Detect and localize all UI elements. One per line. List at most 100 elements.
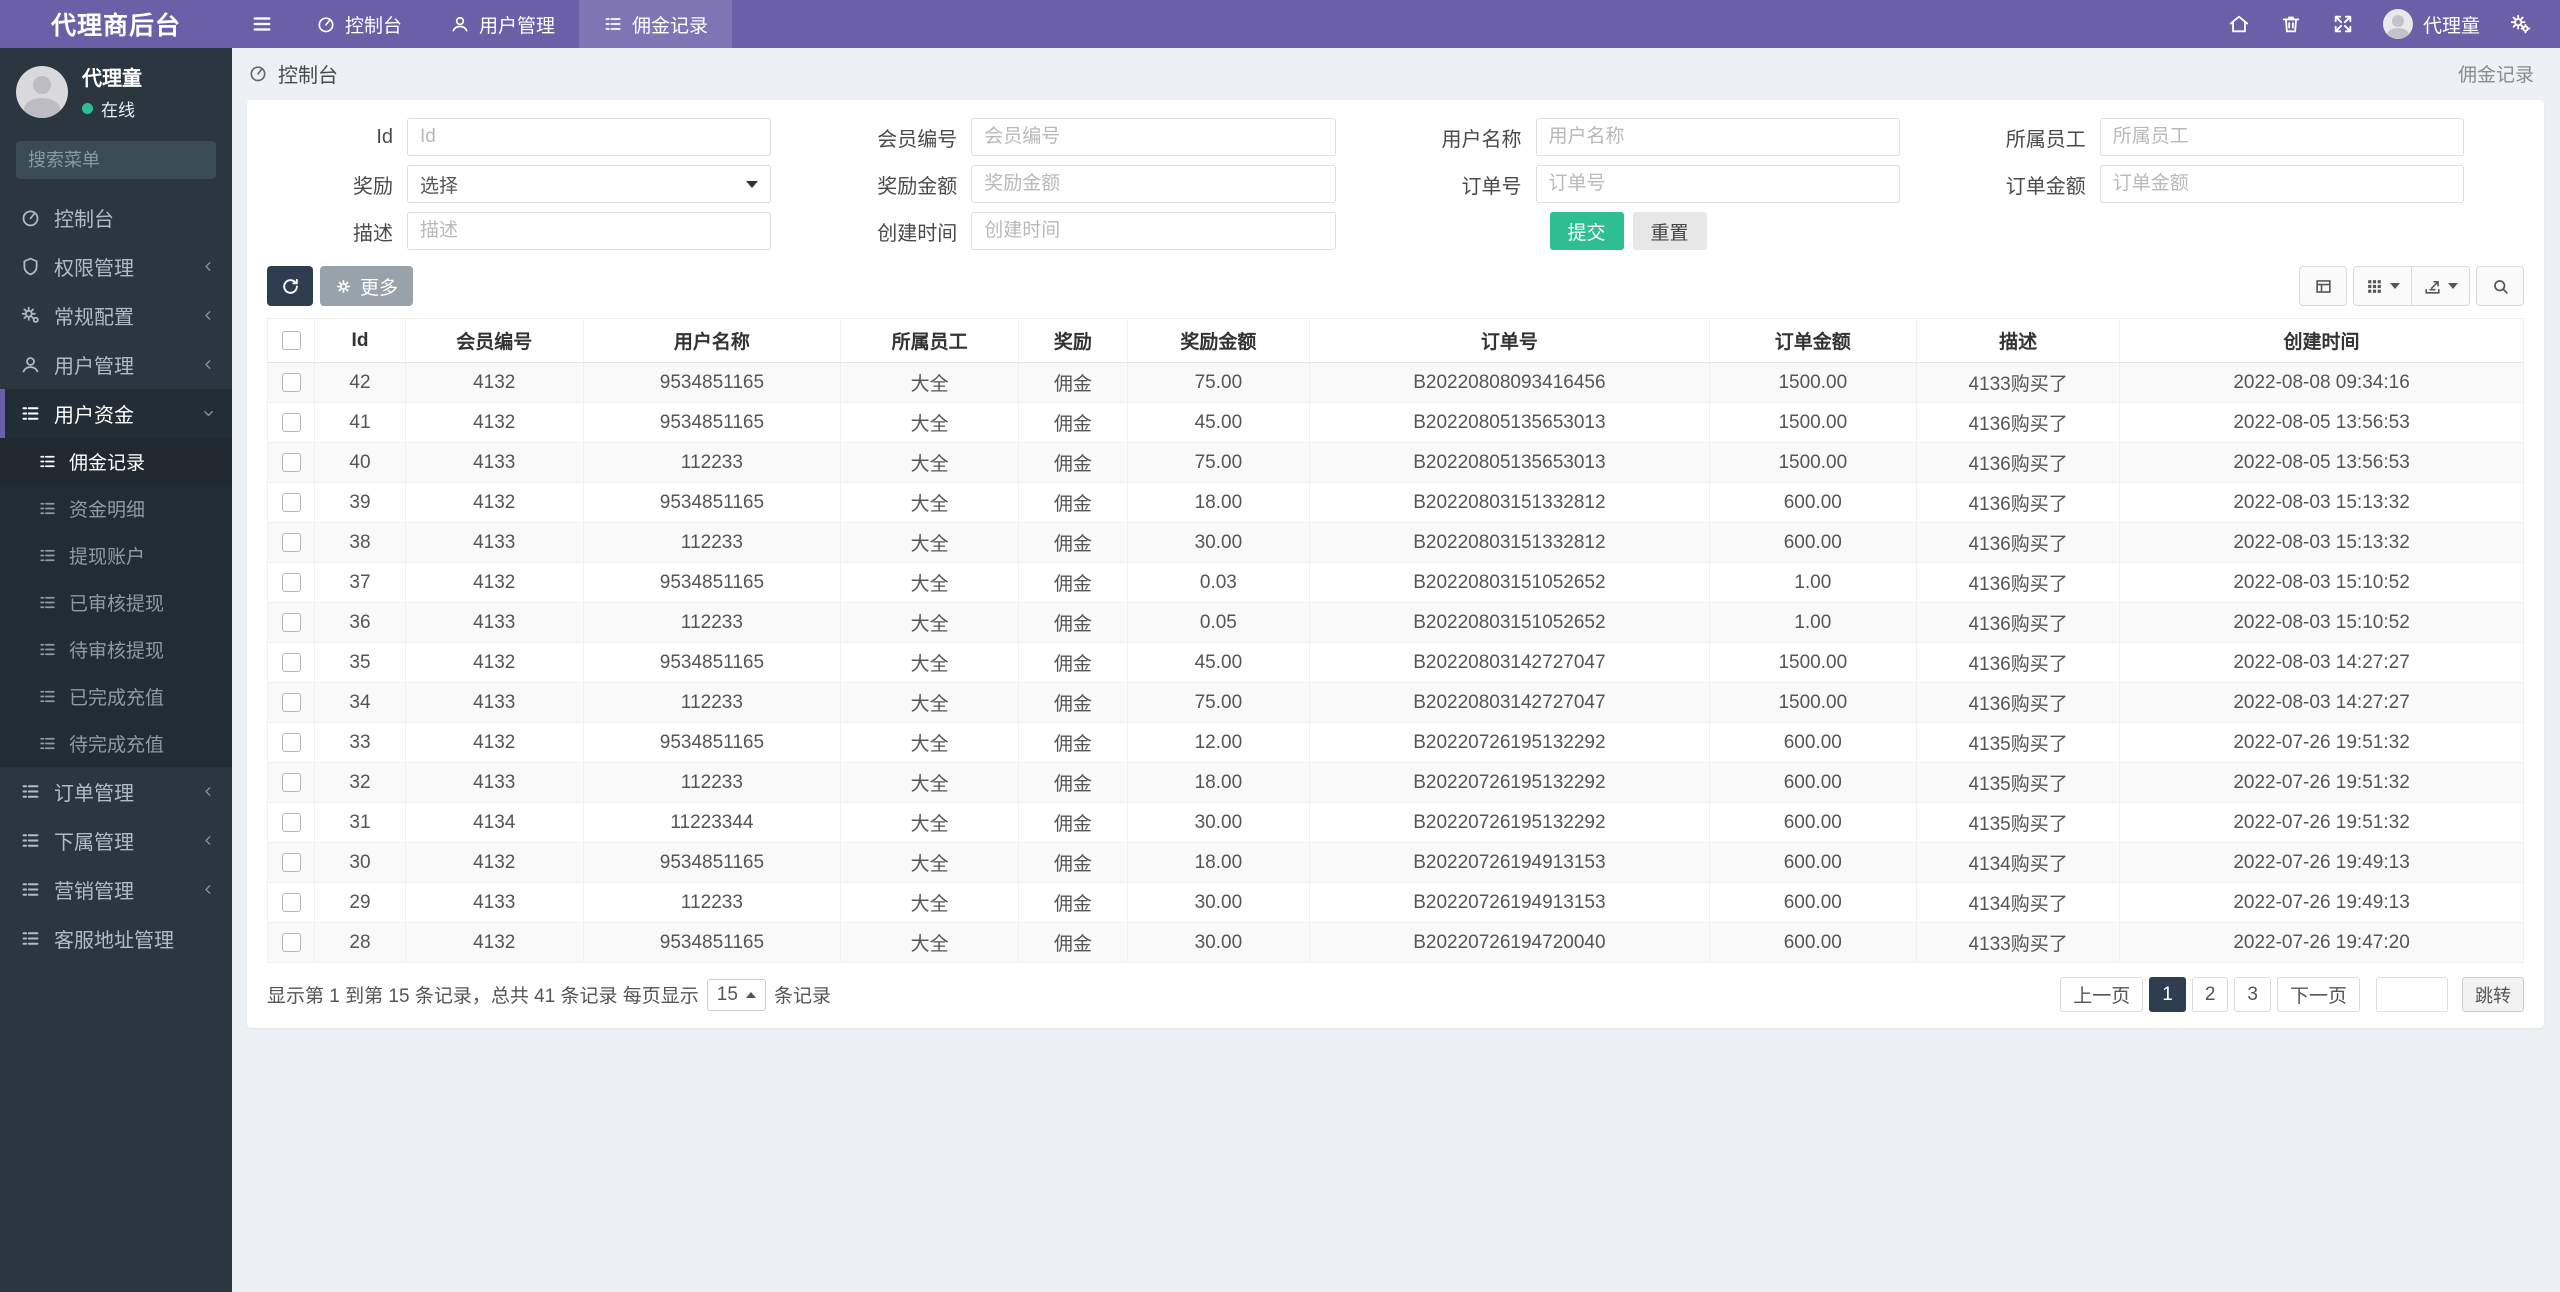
page-button-1[interactable]: 1 [2149,977,2186,1012]
sidebar-item-general-config[interactable]: 常规配置 [0,291,232,340]
sidebar-item-service-address[interactable]: 客服地址管理 [0,914,232,963]
table-cell: 佣金 [1018,642,1128,683]
table-cell: 600.00 [1708,482,1918,523]
sidebar-subitem-fund-details[interactable]: 资金明细 [0,485,232,532]
sidebar-item-permissions[interactable]: 权限管理 [0,242,232,291]
prev-page-button[interactable]: 上一页 [2060,977,2144,1012]
chevron-left-icon [201,784,216,799]
table-row: 39 4132 9534851165 大全 佣金 18.00 B20220803151332… [266,482,2524,523]
fullscreen-button[interactable] [2321,13,2365,35]
sidebar-item-order-management[interactable]: 订单管理 [0,767,232,816]
staff-input[interactable] [2099,118,2464,156]
row-checkbox[interactable] [281,772,301,792]
nav-tab-label: 控制台 [345,15,403,37]
sidebar-subitem-withdraw-accounts[interactable]: 提现账户 [0,532,232,579]
sidebar-item-user-funds[interactable]: 用户资金 [0,389,232,438]
user-name-input[interactable] [1535,118,1900,156]
description-input[interactable] [407,212,772,250]
row-checkbox[interactable] [281,852,301,872]
table-cell: 30.00 [1126,922,1311,963]
table-cell: 75.00 [1126,682,1311,723]
created-at-input[interactable] [971,212,1336,250]
table-cell: 大全 [839,442,1020,483]
table-header-row: Id 会员编号 用户名称 所属员工 奖励 奖励金额 订单号 订单金额 描述 创建时间 [266,318,2524,363]
search-toggle-button[interactable] [2476,266,2524,306]
row-checkbox[interactable] [281,452,301,472]
sidebar-subitem-commission-records[interactable]: 佣金记录 [0,438,232,485]
order-amount-input[interactable] [2099,165,2464,203]
table-cell: 大全 [839,482,1020,523]
sidebar-item-subordinate-management[interactable]: 下属管理 [0,816,232,865]
more-button[interactable]: 更多 [320,266,414,306]
table-row: 37 4132 9534851165 大全 佣金 0.03 B202208031510526… [266,562,2524,603]
page-button-3[interactable]: 3 [2234,977,2271,1012]
reward-select[interactable]: 选择 [407,165,772,203]
columns-button[interactable] [2353,266,2412,306]
nav-tab-dashboard[interactable]: 控制台 [292,0,426,48]
row-checkbox[interactable] [281,892,301,912]
sidebar-subitem-pending-withdrawals[interactable]: 待审核提现 [0,626,232,673]
jump-button[interactable]: 跳转 [2462,977,2524,1012]
home-button[interactable] [2217,13,2261,35]
search-icon [2491,277,2510,296]
sidebar-item-dashboard[interactable]: 控制台 [0,193,232,242]
refresh-button[interactable] [267,266,313,306]
sidebar-subitem-label: 待完成充值 [69,735,165,756]
row-select-cell [266,722,316,763]
table-cell: 2022-08-03 15:13:32 [2119,522,2524,563]
brand-title[interactable]: 代理商后台 [0,0,232,48]
row-select-cell [266,642,316,683]
nav-tab-commission[interactable]: 佣金记录 [579,0,733,48]
reward-amount-input[interactable] [971,165,1336,203]
row-checkbox[interactable] [281,612,301,632]
table-cell: 2022-08-03 15:10:52 [2119,562,2524,603]
table-cell: 18.00 [1126,482,1311,523]
submit-button[interactable]: 提交 [1549,212,1624,250]
table-cell: 2022-08-03 15:10:52 [2119,602,2524,643]
table-cell: 600.00 [1708,922,1918,963]
sidebar-item-label: 用户管理 [54,356,134,378]
id-input[interactable] [407,118,772,156]
member-no-input[interactable] [971,118,1336,156]
user-menu[interactable]: 代理童 [2373,9,2490,39]
sidebar-item-marketing-management[interactable]: 营销管理 [0,865,232,914]
sidebar-toggle-button[interactable] [232,0,292,48]
sidebar-item-label: 常规配置 [54,307,134,329]
menu-search-input[interactable] [28,149,260,171]
reward-label: 奖励 [353,175,393,198]
sidebar-subitem-pending-recharges[interactable]: 待完成充值 [0,720,232,767]
sidebar-item-user-management[interactable]: 用户管理 [0,340,232,389]
nav-tab-users[interactable]: 用户管理 [426,0,579,48]
list-icon [38,687,57,706]
row-checkbox[interactable] [281,412,301,432]
row-checkbox[interactable] [281,812,301,832]
trash-button[interactable] [2269,13,2313,35]
row-checkbox[interactable] [281,492,301,512]
sidebar-subitem-label: 已完成充值 [69,688,165,709]
row-checkbox[interactable] [281,372,301,392]
reset-button[interactable]: 重置 [1632,212,1707,250]
page-button-2[interactable]: 2 [2191,977,2229,1012]
sidebar-subitem-completed-recharges[interactable]: 已完成充值 [0,673,232,720]
chevron-left-icon [201,308,216,323]
sidebar-subitem-approved-withdrawals[interactable]: 已审核提现 [0,579,232,626]
order-no-input[interactable] [1535,165,1900,203]
jump-page-input[interactable] [2376,977,2448,1012]
row-select-cell [266,362,316,403]
table-cell: 4135购买了 [1916,802,2121,843]
column-header: 会员编号 [404,318,584,363]
sidebar-subitem-label: 提现账户 [69,547,146,568]
next-page-button[interactable]: 下一页 [2276,977,2360,1012]
page-size-select[interactable]: 15 [706,978,766,1011]
table-cell: 18.00 [1126,842,1311,883]
export-button[interactable] [2411,266,2470,306]
row-checkbox[interactable] [281,652,301,672]
select-all-checkbox[interactable] [281,330,301,350]
row-checkbox[interactable] [281,692,301,712]
detail-view-button[interactable] [2299,266,2347,306]
row-checkbox[interactable] [281,532,301,552]
settings-button[interactable] [2498,13,2542,35]
row-checkbox[interactable] [281,932,301,952]
row-checkbox[interactable] [281,572,301,592]
row-checkbox[interactable] [281,732,301,752]
